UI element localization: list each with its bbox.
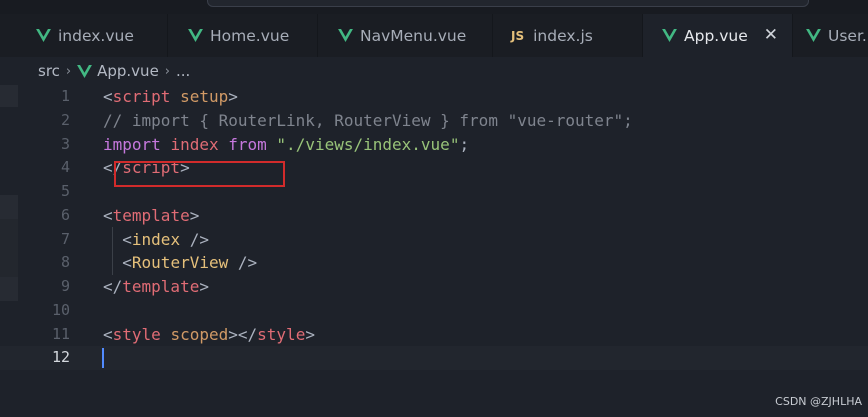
line-number: 1: [60, 87, 70, 105]
code-token: index: [131, 229, 181, 249]
code-line[interactable]: 6 <template>: [0, 204, 868, 228]
title-strip: [0, 0, 868, 14]
text-cursor: [102, 348, 104, 369]
breadcrumb-src[interactable]: src: [38, 62, 60, 80]
code-line[interactable]: 3 import index from "./views/index.vue";: [0, 133, 868, 157]
code-token: <: [103, 253, 132, 273]
line-number: 10: [51, 300, 70, 319]
code-token: <: [103, 324, 113, 344]
code-token: >: [305, 324, 315, 344]
vue-icon: [188, 29, 203, 42]
line-number: 3: [60, 134, 70, 153]
tab-user-vue[interactable]: User.: [793, 14, 868, 57]
code-line[interactable]: 8 <RouterView />: [0, 251, 868, 275]
code-line[interactable]: 10: [0, 299, 868, 323]
js-icon: JS: [511, 28, 525, 43]
code-editor[interactable]: 1 <script setup> 2// import { RouterLink, …: [0, 85, 868, 417]
code-token: ;: [459, 134, 470, 154]
code-token: <: [103, 229, 132, 249]
line-number: 2: [60, 110, 70, 129]
code-token: </: [103, 277, 123, 296]
code-token: "./views/index.vue": [276, 134, 460, 154]
code-text: <template>: [103, 204, 199, 228]
code-text: <index />: [103, 228, 209, 252]
tab-home-vue[interactable]: Home.vue: [168, 14, 318, 57]
code-text: <script setup>: [103, 85, 238, 109]
tab-app-vue[interactable]: App.vue ✕: [643, 14, 793, 57]
tab-navmenu-vue[interactable]: NavMenu.vue: [318, 14, 493, 57]
line-number: 5: [60, 182, 70, 200]
tab-label: index.js: [533, 26, 593, 45]
vue-icon: [662, 29, 677, 42]
line-number: 8: [60, 253, 70, 272]
line-number: 6: [60, 205, 70, 224]
breadcrumb: src › App.vue › ...: [0, 57, 868, 85]
code-token: from: [228, 134, 267, 154]
line-number: 4: [60, 158, 70, 177]
code-token: import: [103, 134, 161, 154]
code-token: template: [122, 277, 200, 296]
code-token: style: [257, 324, 306, 344]
tab-label: Home.vue: [210, 26, 290, 45]
vue-icon: [338, 29, 353, 42]
code-token: setup: [180, 87, 229, 106]
code-line[interactable]: 1 <script setup>: [0, 85, 868, 109]
tab-label: NavMenu.vue: [360, 26, 467, 45]
code-token: <: [103, 205, 113, 225]
code-line[interactable]: 12: [0, 346, 868, 370]
code-line[interactable]: 7 <index />: [0, 228, 868, 252]
line-number: 7: [60, 229, 70, 248]
code-text: <RouterView />: [103, 251, 257, 275]
code-token: />: [180, 229, 209, 249]
breadcrumb-file[interactable]: App.vue: [97, 62, 159, 80]
code-token: script: [112, 87, 171, 106]
code-token: <: [103, 87, 113, 106]
code-token: scoped: [170, 324, 229, 344]
code-line[interactable]: 11 <style scoped></style>: [0, 323, 868, 347]
tab-label: App.vue: [684, 26, 748, 45]
tab-label: index.vue: [58, 26, 134, 45]
code-token: />: [228, 253, 258, 273]
editor-tab-bar: index.vue Home.vue NavMenu.vue JS index.…: [0, 14, 868, 57]
code-token: ></: [228, 324, 258, 344]
code-line[interactable]: 2 // import { RouterLink, RouterView } fr…: [0, 109, 868, 133]
vue-icon: [36, 29, 51, 42]
annotation-box: [114, 161, 285, 187]
line-number: 9: [60, 277, 70, 295]
code-token: index: [170, 134, 219, 154]
code-text: <style scoped></style>: [103, 323, 315, 347]
code-token: style: [112, 324, 161, 344]
breadcrumb-symbol[interactable]: ...: [176, 62, 190, 80]
code-line[interactable]: 9 </template>: [0, 275, 868, 299]
code-token: RouterView: [131, 253, 229, 273]
tab-label: User.: [828, 26, 867, 45]
vue-icon: [806, 29, 821, 42]
code-text: </template>: [103, 275, 209, 299]
code-token: >: [199, 277, 209, 296]
code-token: // import { RouterLink, RouterView } fro…: [103, 110, 633, 130]
code-text: // import { RouterLink, RouterView } fro…: [103, 109, 633, 133]
vue-icon: [77, 64, 93, 78]
close-icon[interactable]: ✕: [764, 25, 778, 45]
watermark: CSDN @ZJHLHA: [775, 395, 862, 408]
code-token: template: [112, 205, 190, 225]
line-number: 11: [51, 324, 70, 343]
line-number: 12: [51, 348, 70, 367]
command-center-search[interactable]: [207, 0, 809, 7]
tab-index-vue[interactable]: index.vue: [0, 14, 168, 57]
tab-index-js[interactable]: JS index.js: [493, 14, 643, 57]
chevron-right-icon: ›: [65, 63, 72, 79]
code-text: import index from "./views/index.vue";: [103, 133, 469, 157]
code-token: >: [189, 205, 200, 225]
code-token: >: [228, 87, 238, 106]
chevron-right-icon: ›: [164, 63, 170, 79]
